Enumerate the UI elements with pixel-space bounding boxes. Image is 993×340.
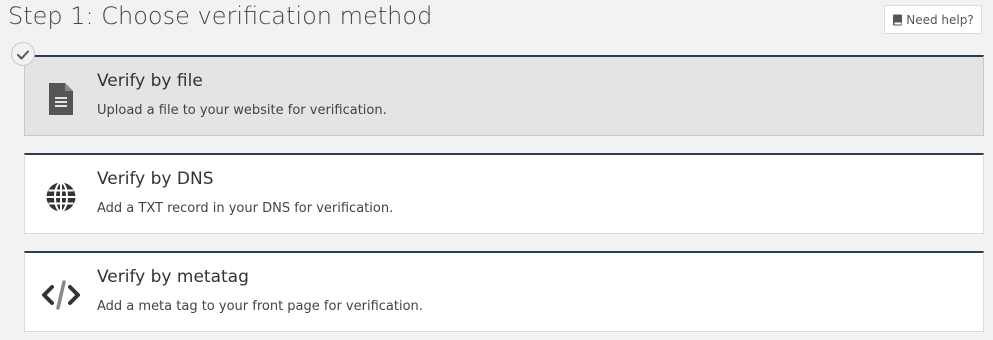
method-description: Add a meta tag to your front page for ve… [97,299,423,314]
page-title: Step 1: Choose verification method [8,2,433,30]
checkmark-icon [17,45,29,64]
method-title: Verify by metatag [97,267,249,287]
selected-check-indicator [11,42,35,66]
globe-icon [39,179,83,215]
need-help-label: Need help? [906,12,974,27]
file-icon [39,81,83,117]
method-title: Verify by file [97,71,203,91]
method-description: Add a TXT record in your DNS for verific… [97,201,394,216]
method-title: Verify by DNS [97,169,214,189]
method-description: Upload a file to your website for verifi… [97,103,387,118]
book-icon [892,14,903,26]
need-help-button[interactable]: Need help? [884,5,982,34]
verify-by-metatag-option[interactable]: Verify by metatag Add a meta tag to your… [24,251,984,332]
code-icon [39,277,83,313]
verify-by-file-option[interactable]: Verify by file Upload a file to your web… [24,55,984,136]
verify-by-dns-option[interactable]: Verify by DNS Add a TXT record in your D… [24,153,984,234]
